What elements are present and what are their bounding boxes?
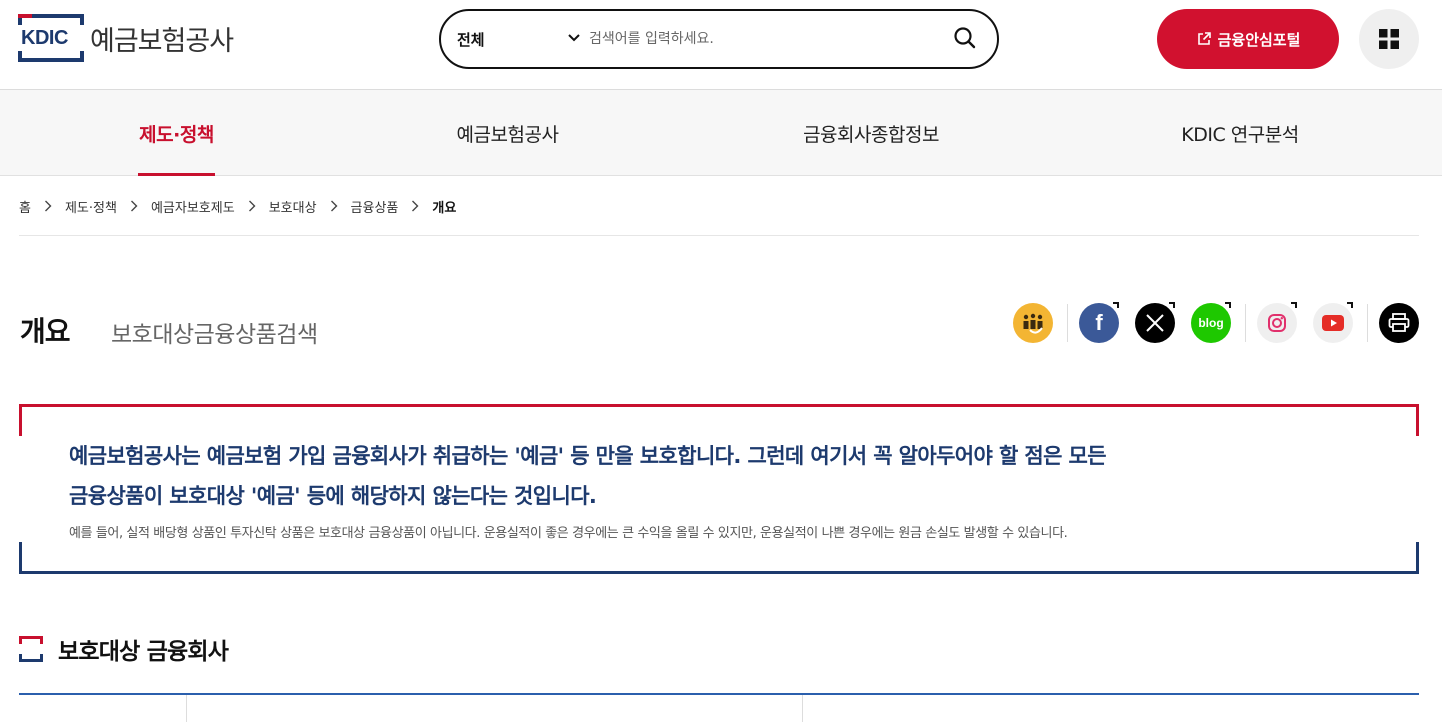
chevron-right-icon: [235, 196, 269, 216]
grid-icon: [1379, 29, 1399, 49]
search-button[interactable]: [951, 25, 979, 53]
intro-lead-line2: 금융상품이 보호대상 '예금' 등에 해당하지 않는다는 것입니다.: [69, 484, 597, 508]
portal-button[interactable]: 금융안심포털: [1157, 9, 1339, 69]
logo-mark-text: KDIC: [21, 27, 68, 49]
instagram-icon[interactable]: [1257, 303, 1297, 343]
instagram-glyph: [1268, 314, 1286, 332]
share-divider: [1245, 304, 1246, 342]
chevron-right-icon: [117, 196, 151, 216]
breadcrumb-item[interactable]: 제도·정책: [65, 196, 117, 216]
youtube-icon[interactable]: [1313, 303, 1353, 343]
printer-glyph: [1388, 313, 1410, 332]
external-mark-icon: [1113, 302, 1119, 308]
share-toolbar: f blog: [1011, 302, 1421, 344]
youtube-glyph: [1322, 315, 1344, 331]
intro-box: 예금보험공사는 예금보험 가입 금융회사가 취급하는 '예금' 등 만을 보호합…: [19, 404, 1419, 574]
main-navigation: 제도·정책 예금보험공사 금융회사종합정보 KDIC 연구분석: [0, 90, 1442, 176]
share-divider: [1367, 304, 1368, 342]
facebook-icon[interactable]: f: [1079, 303, 1119, 343]
search-scope-select[interactable]: 전체: [457, 29, 485, 50]
external-mark-icon: [1347, 302, 1353, 308]
x-glyph: [1146, 314, 1164, 332]
blog-glyph: blog: [1198, 316, 1224, 330]
x-icon[interactable]: [1135, 303, 1175, 343]
external-link-icon: [1197, 32, 1211, 45]
breadcrumb-item[interactable]: 금융상품: [351, 196, 399, 216]
facebook-glyph: f: [1095, 310, 1103, 335]
external-mark-icon: [1225, 302, 1231, 308]
all-menu-button[interactable]: [1359, 9, 1419, 69]
intro-description: 예를 들어, 실적 배당형 상품인 투자신탁 상품은 보호대상 금융상품이 아닙…: [69, 526, 1068, 541]
table-cell-divider: [186, 695, 187, 722]
chevron-down-icon[interactable]: [567, 31, 581, 45]
breadcrumb-home[interactable]: 홈: [19, 196, 31, 216]
section-title-text: 보호대상 금융회사: [58, 639, 229, 665]
blog-icon[interactable]: blog: [1191, 303, 1231, 343]
section-bracket-icon: [19, 636, 43, 662]
breadcrumb-item[interactable]: 예금자보호제도: [151, 196, 235, 216]
site-logo[interactable]: KDIC 예금보험공사: [18, 14, 234, 62]
section-title: 보호대상 금융회사: [19, 632, 229, 666]
gnb-item-research[interactable]: KDIC 연구분석: [1170, 90, 1310, 176]
external-mark-icon: [1291, 302, 1297, 308]
gnb-item-financial-info[interactable]: 금융회사종합정보: [786, 90, 956, 176]
site-header: KDIC 예금보험공사 전체 금융안심포털: [0, 0, 1442, 90]
external-mark-icon: [1169, 302, 1175, 308]
chevron-right-icon: [31, 196, 65, 216]
kdic-character-glyph: [1023, 313, 1043, 334]
page-subtitle: 보호대상금융상품검색: [111, 322, 318, 348]
chevron-right-icon: [317, 196, 351, 216]
page-title: 개요: [20, 315, 71, 348]
search-input[interactable]: [589, 25, 929, 53]
intro-lead-line1: 예금보험공사는 예금보험 가입 금융회사가 취급하는 '예금' 등 만을 보호합…: [69, 444, 1107, 468]
breadcrumb-current: 개요: [432, 200, 457, 216]
breadcrumb-item[interactable]: 보호대상: [269, 196, 317, 216]
gnb-item-kdic[interactable]: 예금보험공사: [440, 90, 575, 176]
table-cell-divider: [802, 695, 803, 722]
kdic-character-icon[interactable]: [1013, 303, 1053, 343]
kdic-logo-mark: KDIC: [18, 14, 84, 62]
search-box: 전체: [439, 9, 999, 69]
breadcrumb: 홈 제도·정책 예금자보호제도 보호대상 금융상품 개요: [19, 196, 1419, 236]
search-icon: [954, 26, 976, 48]
table-row: [19, 695, 1419, 722]
logo-name: 예금보험공사: [90, 25, 234, 57]
share-divider: [1067, 304, 1068, 342]
intro-lead: 예금보험공사는 예금보험 가입 금융회사가 취급하는 '예금' 등 만을 보호합…: [69, 436, 1309, 516]
portal-label: 금융안심포털: [1217, 30, 1301, 49]
chevron-right-icon: [398, 196, 432, 216]
print-icon[interactable]: [1379, 303, 1419, 343]
gnb-item-policy[interactable]: 제도·정책: [138, 90, 215, 176]
